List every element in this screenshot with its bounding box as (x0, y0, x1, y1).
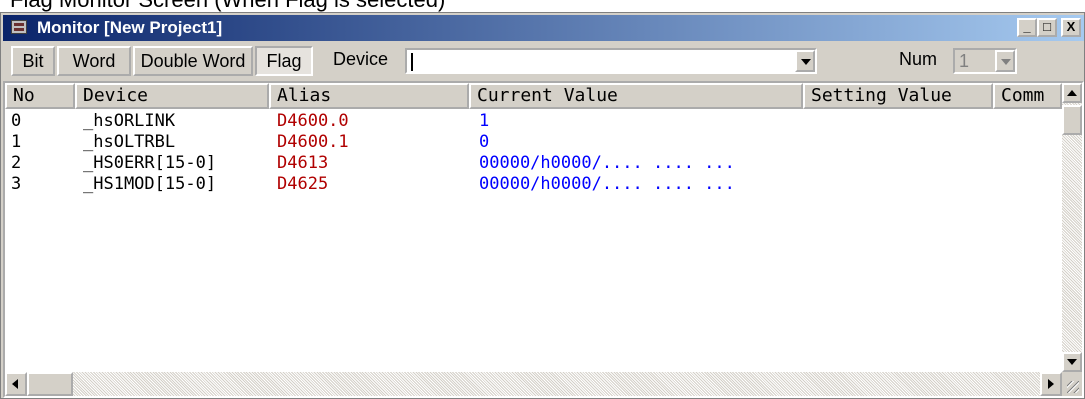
row-no: 1 (11, 132, 22, 152)
row-current-value[interactable]: 00000/h0000/.... .... ... (479, 153, 735, 173)
scroll-left-icon[interactable] (5, 372, 27, 396)
scroll-up-icon[interactable] (1062, 83, 1082, 103)
column-header-no[interactable]: No (5, 83, 75, 109)
monitor-toolbar: Bit Word Double Word Flag Device Num 1 (3, 43, 1084, 79)
scroll-right-icon[interactable] (1040, 372, 1062, 396)
row-alias: D4600.1 (277, 132, 349, 152)
flag-button[interactable]: Flag (255, 46, 313, 76)
maximize-button[interactable]: □ (1037, 18, 1057, 37)
table-row[interactable]: 2 _HS0ERR[15-0] D4613 00000/h0000/.... .… (5, 153, 1062, 173)
row-device: _hsORLINK (83, 111, 176, 131)
window-title: Monitor [New Project1] (37, 18, 223, 37)
column-header-alias[interactable]: Alias (269, 83, 469, 109)
column-header-comment[interactable]: Comm (993, 83, 1062, 109)
figure-caption-text: Flag Monitor Screen (When Flag is select… (10, 0, 445, 12)
column-header-current-value[interactable]: Current Value (469, 83, 803, 109)
title-bar[interactable]: Monitor [New Project1] _ □ X (3, 15, 1084, 41)
row-device: _HS0ERR[15-0] (83, 153, 217, 173)
monitor-window: Monitor [New Project1] _ □ X Bit Word Do… (0, 12, 1085, 399)
row-alias: D4600.0 (277, 111, 349, 131)
row-current-value[interactable]: 0 (479, 132, 489, 152)
horizontal-scroll-thumb[interactable] (27, 372, 73, 396)
text-caret (411, 53, 413, 71)
word-button[interactable]: Word (57, 46, 131, 76)
num-combo[interactable]: 1 (953, 48, 1017, 74)
device-combo[interactable] (405, 48, 817, 74)
table-row[interactable]: 1 _hsOLTRBL D4600.1 0 (5, 132, 1062, 152)
close-button[interactable]: X (1061, 18, 1081, 37)
device-label: Device (333, 49, 389, 69)
column-header-device[interactable]: Device (75, 83, 269, 109)
num-label: Num (899, 49, 938, 69)
row-no: 0 (11, 111, 22, 131)
row-device: _HS1MOD[15-0] (83, 174, 217, 194)
num-combo-value: 1 (959, 51, 970, 71)
num-dropdown-arrow-icon[interactable] (995, 50, 1015, 72)
minimize-button[interactable]: _ (1017, 18, 1037, 37)
monitor-app-icon (11, 20, 27, 34)
horizontal-scrollbar[interactable] (5, 372, 1062, 396)
row-alias: D4625 (277, 174, 329, 194)
grid-header: No Device Alias Current Value Setting Va… (5, 83, 1062, 109)
row-current-value[interactable]: 00000/h0000/.... .... ... (479, 174, 735, 194)
row-device: _hsOLTRBL (83, 132, 176, 152)
vertical-scrollbar[interactable] (1062, 83, 1082, 372)
scroll-down-icon[interactable] (1062, 352, 1082, 372)
vertical-scroll-thumb[interactable] (1062, 105, 1082, 135)
device-dropdown-arrow-icon[interactable] (795, 50, 815, 72)
row-current-value[interactable]: 1 (479, 111, 489, 131)
monitor-grid[interactable]: No Device Alias Current Value Setting Va… (3, 81, 1084, 398)
row-alias: D4613 (277, 153, 329, 173)
table-row[interactable]: 3 _HS1MOD[15-0] D4625 00000/h0000/.... .… (5, 174, 1062, 194)
resize-grip-icon[interactable] (1062, 372, 1082, 396)
bit-button[interactable]: Bit (11, 46, 55, 76)
row-no: 3 (11, 174, 22, 194)
row-no: 2 (11, 153, 22, 173)
column-header-setting-value[interactable]: Setting Value (803, 83, 993, 109)
double-word-button[interactable]: Double Word (133, 46, 253, 76)
figure-caption: Flag Monitor Screen (When Flag is select… (0, 0, 1085, 12)
table-row[interactable]: 0 _hsORLINK D4600.0 1 (5, 111, 1062, 131)
